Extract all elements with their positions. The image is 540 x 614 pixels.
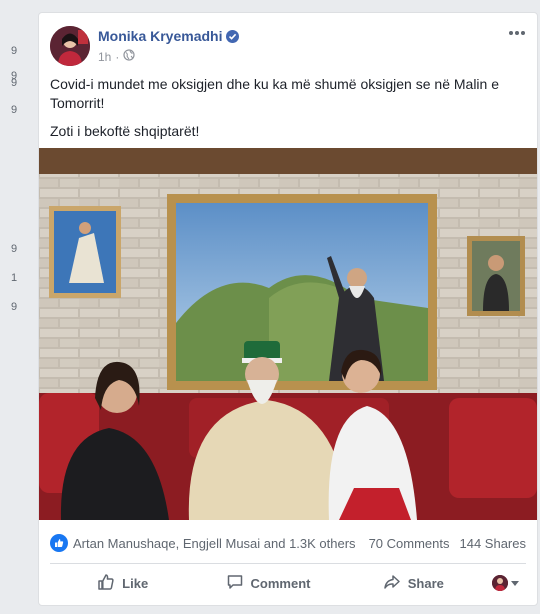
post-stats: Artan Manushaqe, Engjell Musai and 1.3K … [50, 528, 526, 558]
comments-count[interactable]: 70 Comments [369, 536, 450, 551]
like-button[interactable]: Like [50, 567, 195, 599]
photo-image [39, 148, 537, 520]
author-name-row: Monika Kryemadhi [98, 28, 240, 44]
post-photo[interactable] [39, 148, 537, 520]
chevron-down-icon [511, 574, 520, 592]
more-options-icon[interactable] [507, 25, 527, 41]
comment-icon [226, 573, 244, 594]
post-meta: 1h · [98, 49, 135, 64]
gutter-number: 9 [11, 243, 18, 255]
reaction-profile-selector[interactable] [486, 574, 526, 592]
gutter-number: 9 [11, 104, 18, 116]
reactors-text[interactable]: Artan Manushaqe, Engjell Musai and 1.3K … [73, 536, 369, 551]
avatar-image [50, 26, 90, 66]
author-name[interactable]: Monika Kryemadhi [98, 28, 222, 44]
gutter-number: 9 [11, 45, 18, 57]
post-text-line: Zoti i bekoftë shqiptarët! [50, 123, 200, 139]
profile-avatar [492, 575, 509, 591]
post-time[interactable]: 1h [98, 50, 111, 64]
actions-divider [50, 563, 526, 564]
left-gutter: 9 9 9 9 9 1 9 [0, 0, 36, 614]
globe-icon[interactable] [123, 49, 135, 64]
thumbs-up-icon[interactable] [50, 534, 68, 552]
share-icon [383, 573, 401, 594]
like-icon [97, 573, 115, 594]
like-label: Like [122, 575, 149, 591]
comment-label: Comment [250, 575, 311, 591]
author-avatar[interactable] [50, 26, 90, 66]
gutter-number: 9 [11, 301, 18, 313]
gutter-number: 9 [11, 77, 18, 89]
comment-button[interactable]: Comment [195, 567, 340, 599]
post-card: Monika Kryemadhi 1h · Covid-i mundet me … [38, 12, 538, 606]
shares-count[interactable]: 144 Shares [460, 536, 527, 551]
gutter-number: 1 [11, 272, 18, 284]
verified-badge-icon [226, 29, 240, 43]
engagement-counts: 70 Comments 144 Shares [369, 536, 526, 551]
meta-separator: · [115, 49, 120, 64]
share-button[interactable]: Share [341, 567, 486, 599]
post-text: Covid-i mundet me oksigjen dhe ku ka më … [50, 75, 520, 150]
share-label: Share [407, 575, 444, 591]
post-header: Monika Kryemadhi 1h · [39, 13, 537, 73]
post-actions: Like Comment Share [50, 567, 526, 599]
post-text-line: Covid-i mundet me oksigjen dhe ku ka më … [50, 76, 500, 111]
